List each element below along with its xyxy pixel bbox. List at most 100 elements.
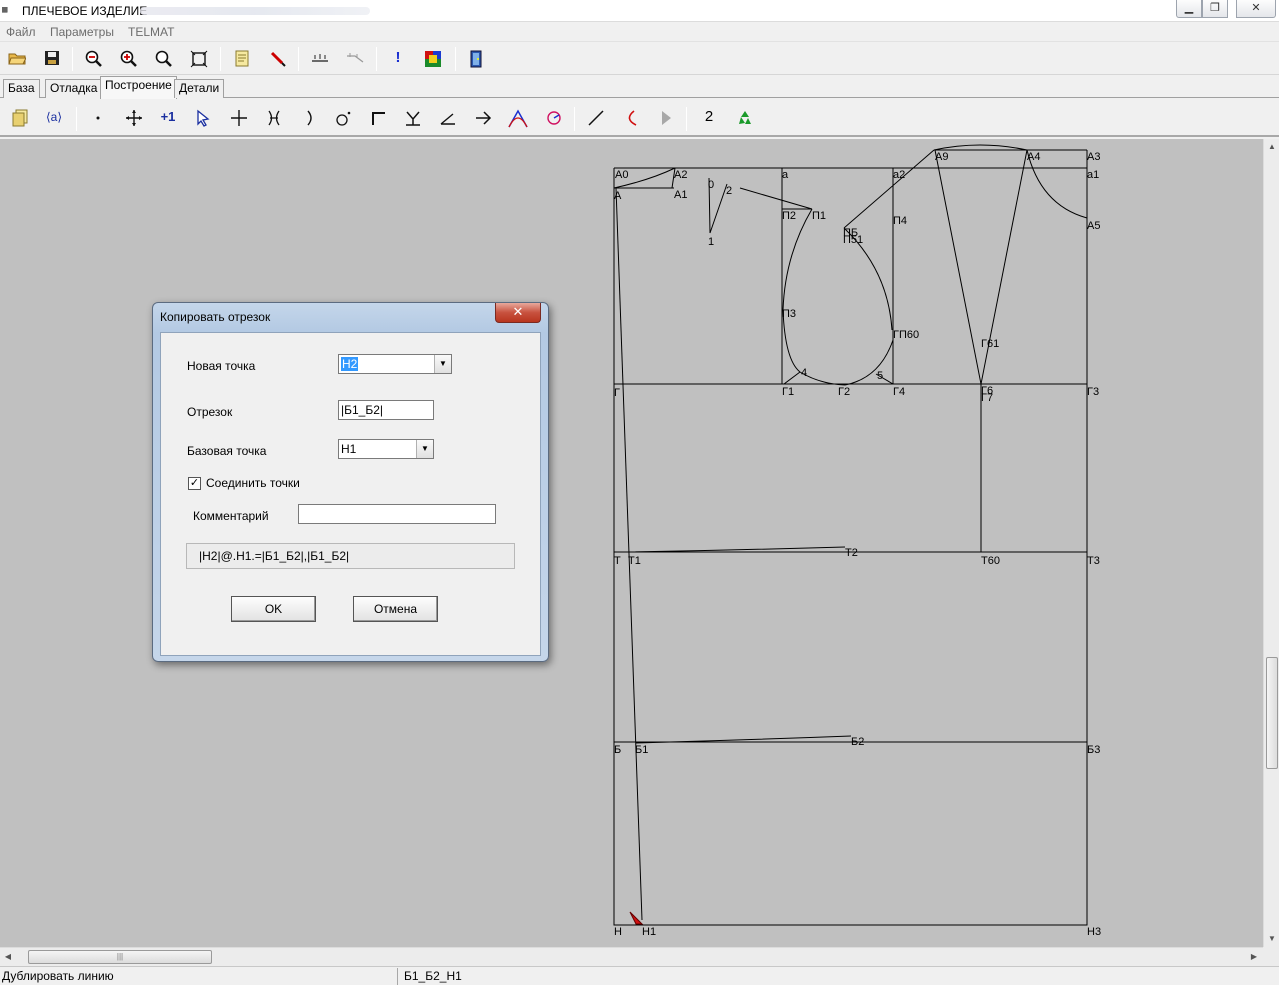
- zoom-in-icon[interactable]: [117, 46, 141, 70]
- variable-icon[interactable]: ⟨a⟩: [44, 105, 68, 129]
- base-point-combobox[interactable]: Н1 ▼: [338, 439, 434, 459]
- measure-line-icon[interactable]: [308, 46, 332, 70]
- zoom-out-icon[interactable]: [82, 46, 106, 70]
- connect-points-checkbox[interactable]: ✓: [188, 477, 201, 490]
- blurred-title-region: [140, 7, 370, 15]
- label-4: 4: [801, 367, 807, 379]
- triangle-curve-icon[interactable]: [506, 105, 530, 129]
- label-T3: Т3: [1087, 555, 1100, 567]
- fit-to-window-icon[interactable]: [187, 46, 211, 70]
- circle-arc-icon[interactable]: [542, 105, 566, 129]
- label-G2: Г2: [838, 386, 850, 398]
- vertical-scrollbar[interactable]: ▲ ▼: [1263, 139, 1279, 947]
- measure-curve-icon[interactable]: [343, 46, 367, 70]
- chevron-down-icon[interactable]: ▼: [434, 355, 451, 373]
- label-G1: Г1: [782, 386, 794, 398]
- tab-details[interactable]: Детали: [174, 79, 225, 98]
- label-P2: П2: [782, 210, 796, 222]
- zoom-icon[interactable]: [152, 46, 176, 70]
- restore-button[interactable]: ❐: [1202, 0, 1228, 18]
- label-T1: Т1: [628, 555, 641, 567]
- horizontal-scrollbar[interactable]: ◀ ||| ▶: [0, 947, 1263, 966]
- tab-base[interactable]: База: [3, 79, 40, 98]
- label-P51: П51: [843, 234, 863, 246]
- cross-lines-icon[interactable]: [227, 105, 251, 129]
- counter-label[interactable]: 2: [697, 105, 721, 129]
- label-2: 2: [726, 185, 732, 197]
- status-command: Дублировать линию: [0, 968, 398, 985]
- label-5: 5: [877, 370, 883, 382]
- pencil-marker-icon[interactable]: [266, 46, 290, 70]
- label-A2: А2: [674, 169, 687, 181]
- tab-construction[interactable]: Построение: [100, 76, 177, 99]
- label-T2: Т2: [845, 547, 858, 559]
- arc-point-icon[interactable]: [297, 105, 321, 129]
- status-bar: Дублировать линию Б1_Б2_Н1: [0, 966, 1279, 985]
- label-A4: А4: [1027, 151, 1040, 163]
- notes-icon[interactable]: [230, 46, 254, 70]
- label-B1: Б1: [635, 744, 648, 756]
- bisect-icon[interactable]: [262, 105, 286, 129]
- recycle-icon[interactable]: [733, 105, 757, 129]
- layers-icon[interactable]: [8, 105, 32, 129]
- label-G7: Г7: [981, 392, 993, 404]
- angle-icon[interactable]: [436, 105, 460, 129]
- label-B3: Б3: [1087, 744, 1100, 756]
- label-G61: Г61: [981, 338, 999, 350]
- new-point-combobox[interactable]: Н2 ▼: [338, 354, 452, 374]
- open-folder-icon[interactable]: [5, 46, 29, 70]
- window-title: ПЛЕЧЕВОЕ ИЗДЕЛИЕ: [22, 4, 148, 18]
- menu-file[interactable]: Файл: [6, 25, 36, 39]
- formula-display: |Н2|@.Н1.=|Б1_Б2|,|Б1_Б2|: [186, 543, 515, 569]
- exclamation-icon[interactable]: !: [386, 46, 410, 70]
- label-A: А: [614, 190, 622, 202]
- perpendicular-icon[interactable]: [401, 105, 425, 129]
- minimize-button[interactable]: ▁: [1176, 0, 1202, 18]
- curve-icon[interactable]: [619, 105, 643, 129]
- move-point-icon[interactable]: [122, 105, 146, 129]
- plus-one-icon[interactable]: +1: [156, 105, 180, 129]
- close-window-button[interactable]: ✕: [1236, 0, 1276, 18]
- select-cursor-icon[interactable]: [192, 105, 216, 129]
- arrow-right-icon[interactable]: [471, 105, 495, 129]
- save-disk-icon[interactable]: [40, 46, 64, 70]
- scroll-up-icon[interactable]: ▲: [1264, 139, 1279, 155]
- point-icon[interactable]: [86, 105, 110, 129]
- line-icon[interactable]: [584, 105, 608, 129]
- tab-debug[interactable]: Отладка: [45, 79, 103, 98]
- label-B2: Б2: [851, 736, 864, 748]
- scroll-left-icon[interactable]: ◀: [0, 949, 16, 965]
- label-A0: А0: [615, 169, 628, 181]
- copy-segment-dialog: Копировать отрезок ✕ Новая точка Н2 ▼ От…: [152, 302, 549, 662]
- scroll-right-icon[interactable]: ▶: [1246, 949, 1262, 965]
- label-a: а: [782, 169, 789, 181]
- dialog-close-button[interactable]: ✕: [495, 303, 541, 323]
- comment-label: Комментарий: [193, 509, 269, 523]
- label-B: Б: [614, 744, 621, 756]
- label-a2: а2: [893, 169, 905, 181]
- corner-icon[interactable]: [366, 105, 390, 129]
- exit-door-icon[interactable]: [464, 46, 488, 70]
- play-icon[interactable]: [654, 105, 678, 129]
- menu-bar: Файл Параметры TELMAT: [0, 22, 1279, 41]
- label-P1: П1: [812, 210, 826, 222]
- label-GP60: ГП60: [893, 329, 919, 341]
- horizontal-scroll-thumb[interactable]: |||: [28, 950, 212, 964]
- menu-telmat[interactable]: TELMAT: [128, 25, 174, 39]
- circle-point-icon[interactable]: [331, 105, 355, 129]
- label-G3: Г3: [1087, 386, 1099, 398]
- color-palette-icon[interactable]: [421, 46, 445, 70]
- svg-text:⟨a⟩: ⟨a⟩: [46, 110, 62, 124]
- vertical-scroll-thumb[interactable]: [1266, 657, 1278, 769]
- construction-toolbar: ⟨a⟩ +1 2: [0, 99, 1279, 137]
- cancel-button[interactable]: Отмена: [353, 596, 438, 622]
- segment-input[interactable]: |Б1_Б2|: [338, 400, 434, 420]
- dialog-title: Копировать отрезок: [160, 310, 271, 324]
- comment-input[interactable]: [298, 504, 496, 524]
- segment-label: Отрезок: [187, 405, 233, 419]
- menu-parameters[interactable]: Параметры: [50, 25, 114, 39]
- scroll-down-icon[interactable]: ▼: [1264, 931, 1279, 947]
- chevron-down-icon[interactable]: ▼: [416, 440, 433, 458]
- label-H1: Н1: [642, 926, 656, 938]
- ok-button[interactable]: OK: [231, 596, 316, 622]
